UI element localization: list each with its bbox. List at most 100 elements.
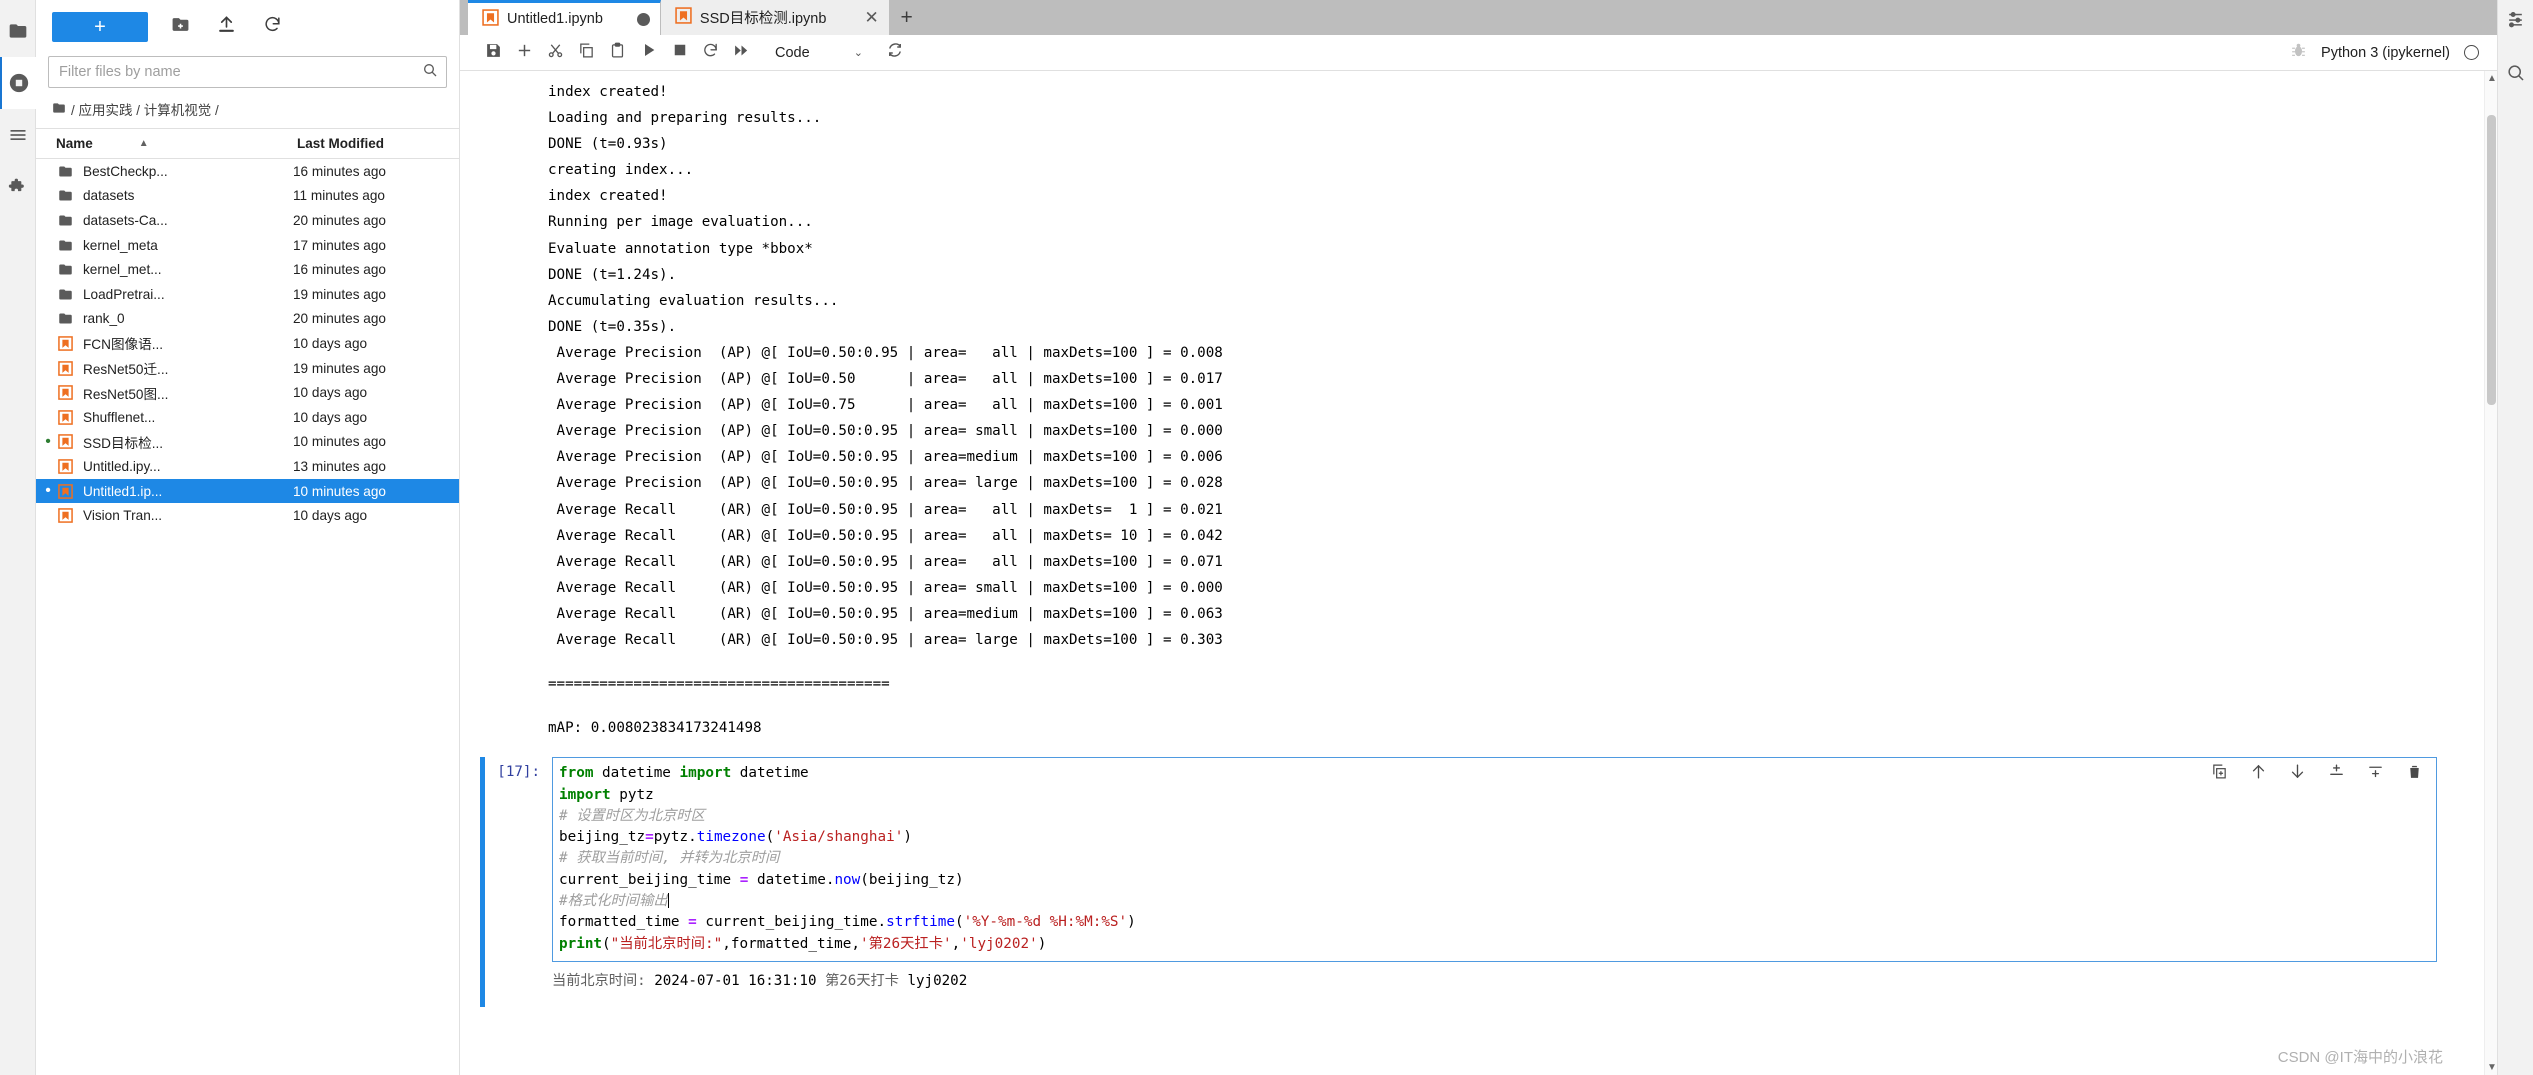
output-separator: ======================================== — [548, 676, 890, 693]
tab-ssd-detection[interactable]: SSD目标检测.ipynb ✕ — [660, 0, 890, 35]
file-list-header: Name ▲ Last Modified — [36, 129, 459, 159]
vertical-scrollbar[interactable]: ▲ ▼ — [2484, 71, 2497, 1075]
file-name: ResNet50迁... — [83, 362, 169, 378]
column-header-name[interactable]: Name ▲ — [36, 136, 291, 151]
kernel-name-label[interactable]: Python 3 (ipykernel) — [2321, 45, 2450, 61]
file-list-item[interactable]: Untitled.ipy... 13 minutes ago — [36, 454, 459, 479]
upload-icon — [217, 15, 236, 39]
notebook-toolbar: Code ⌄ Python 3 (ipykernel) — [460, 35, 2497, 71]
code-editor[interactable]: from datetime import datetime import pyt… — [552, 757, 2437, 962]
folder-icon — [54, 188, 76, 203]
save-button[interactable] — [478, 39, 509, 67]
sidebar-item-file-browser[interactable] — [0, 5, 36, 57]
watermark-text: CSDN @IT海中的小浪花 — [2277, 1049, 2443, 1066]
refresh-button[interactable] — [258, 13, 286, 41]
copy-icon — [578, 42, 595, 64]
file-list-item[interactable]: Vision Tran... 10 days ago — [36, 503, 459, 528]
file-list-item[interactable]: ResNet50图... 10 days ago — [36, 380, 459, 405]
scrollbar-thumb[interactable] — [2487, 115, 2496, 405]
upload-button[interactable] — [212, 13, 240, 41]
plus-icon — [516, 42, 533, 64]
file-list-item[interactable]: • SSD目标检... 10 minutes ago — [36, 430, 459, 455]
output-prompt-spacer — [480, 968, 552, 990]
filter-files-box[interactable] — [48, 56, 447, 88]
file-list-item[interactable]: BestCheckp... 16 minutes ago — [36, 159, 459, 184]
code-line: print("当前北京时间:",formatted_time,'第26天扛卡',… — [559, 935, 1047, 952]
file-list-item[interactable]: kernel_met... 16 minutes ago — [36, 257, 459, 282]
file-name: LoadPretrai... — [83, 286, 165, 302]
restart-kernel-button[interactable] — [695, 39, 726, 67]
activity-bar — [0, 0, 36, 1075]
code-cell[interactable]: [17]: from datetime import datetime impo… — [460, 757, 2497, 1008]
file-list-item[interactable]: kernel_meta 17 minutes ago — [36, 233, 459, 258]
file-name: kernel_meta — [83, 237, 158, 253]
file-modified: 17 minutes ago — [293, 237, 386, 253]
tab-untitled1[interactable]: Untitled1.ipynb — [468, 0, 661, 35]
column-header-last-modified[interactable]: Last Modified — [291, 136, 459, 151]
sidebar-item-table-of-contents[interactable] — [0, 109, 36, 161]
breadcrumb[interactable]: / 应用实践 / 计算机视觉 / — [36, 96, 459, 129]
inspector-icon — [2506, 63, 2525, 87]
move-cell-down-button[interactable] — [2289, 763, 2306, 780]
file-list: BestCheckp... 16 minutes ago datasets 11 mi… — [36, 159, 459, 1075]
new-folder-icon — [171, 15, 190, 39]
sidebar-item-settings[interactable] — [2501, 6, 2531, 36]
kernel-status-indicator[interactable] — [2464, 45, 2479, 60]
file-modified: 13 minutes ago — [293, 458, 386, 474]
folder-icon — [52, 101, 66, 118]
clipboard-icon — [609, 42, 626, 64]
sidebar-item-extension-manager[interactable] — [0, 161, 36, 213]
file-list-item[interactable]: Shufflenet... 10 days ago — [36, 405, 459, 430]
cell-type-value: Code — [775, 44, 810, 61]
paste-cell-button[interactable] — [602, 39, 633, 67]
filter-row — [36, 54, 459, 96]
new-folder-button[interactable] — [166, 13, 194, 41]
jupyterlab-window: + Filter files by name / 应用实践 / 计算机视觉 / … — [0, 0, 2533, 1075]
cell-type-select[interactable]: Code ⌄ — [771, 40, 869, 66]
file-modified: 16 minutes ago — [293, 163, 386, 179]
file-modified: 20 minutes ago — [293, 212, 386, 228]
file-list-item[interactable]: rank_0 20 minutes ago — [36, 307, 459, 332]
search-input[interactable] — [59, 64, 422, 80]
file-list-item[interactable]: FCN图像语... 10 days ago — [36, 331, 459, 356]
code-line: formatted_time = current_beijing_time.st… — [559, 914, 1136, 931]
scroll-down-arrow-icon[interactable]: ▼ — [2487, 1062, 2497, 1073]
file-list-item[interactable]: ResNet50迁... 19 minutes ago — [36, 356, 459, 381]
file-list-item[interactable]: datasets-Ca... 20 minutes ago — [36, 208, 459, 233]
file-list-item[interactable]: LoadPretrai... 19 minutes ago — [36, 282, 459, 307]
sidebar-item-running-terminals[interactable] — [0, 57, 36, 109]
notebook-icon — [54, 434, 76, 450]
interrupt-kernel-button[interactable] — [664, 39, 695, 67]
breadcrumb-path[interactable]: / 应用实践 / 计算机视觉 / — [71, 99, 219, 119]
cell-output-text: 当前北京时间: 2024-07-01 16:31:10 第26天打卡 lyj02… — [552, 968, 967, 990]
insert-cell-button[interactable] — [509, 39, 540, 67]
sync-kernel-button[interactable] — [879, 39, 910, 67]
file-name: FCN图像语... — [83, 337, 164, 353]
insert-cell-below-button[interactable] — [2367, 763, 2384, 780]
file-list-item[interactable]: datasets 11 minutes ago — [36, 184, 459, 209]
file-modified: 10 days ago — [293, 409, 368, 425]
duplicate-cell-button[interactable] — [2211, 763, 2228, 780]
file-browser-toolbar: + — [36, 0, 459, 54]
sidebar-item-property-inspector[interactable] — [2501, 60, 2531, 90]
file-modified: 10 days ago — [293, 385, 368, 401]
column-label-name: Name — [56, 136, 93, 151]
file-modified: 16 minutes ago — [293, 262, 386, 278]
move-cell-up-button[interactable] — [2250, 763, 2267, 780]
new-tab-button[interactable]: + — [890, 0, 924, 35]
file-list-item[interactable]: • Untitled1.ip... 10 minutes ago — [36, 478, 459, 504]
cut-cell-button[interactable] — [540, 39, 571, 67]
copy-cell-button[interactable] — [571, 39, 602, 67]
scroll-up-arrow-icon[interactable]: ▲ — [2487, 73, 2497, 84]
folder-icon — [54, 287, 76, 302]
run-cell-button[interactable] — [633, 39, 664, 67]
insert-cell-above-button[interactable] — [2328, 763, 2345, 780]
unsaved-indicator-icon[interactable] — [636, 12, 650, 26]
search-icon[interactable] — [422, 62, 438, 83]
delete-cell-button[interactable] — [2406, 763, 2423, 780]
restart-run-all-button[interactable] — [726, 39, 757, 67]
notebook-icon — [54, 336, 76, 351]
bug-icon[interactable] — [2290, 42, 2307, 64]
close-icon[interactable]: ✕ — [864, 9, 878, 26]
new-launcher-button[interactable]: + — [52, 11, 148, 42]
